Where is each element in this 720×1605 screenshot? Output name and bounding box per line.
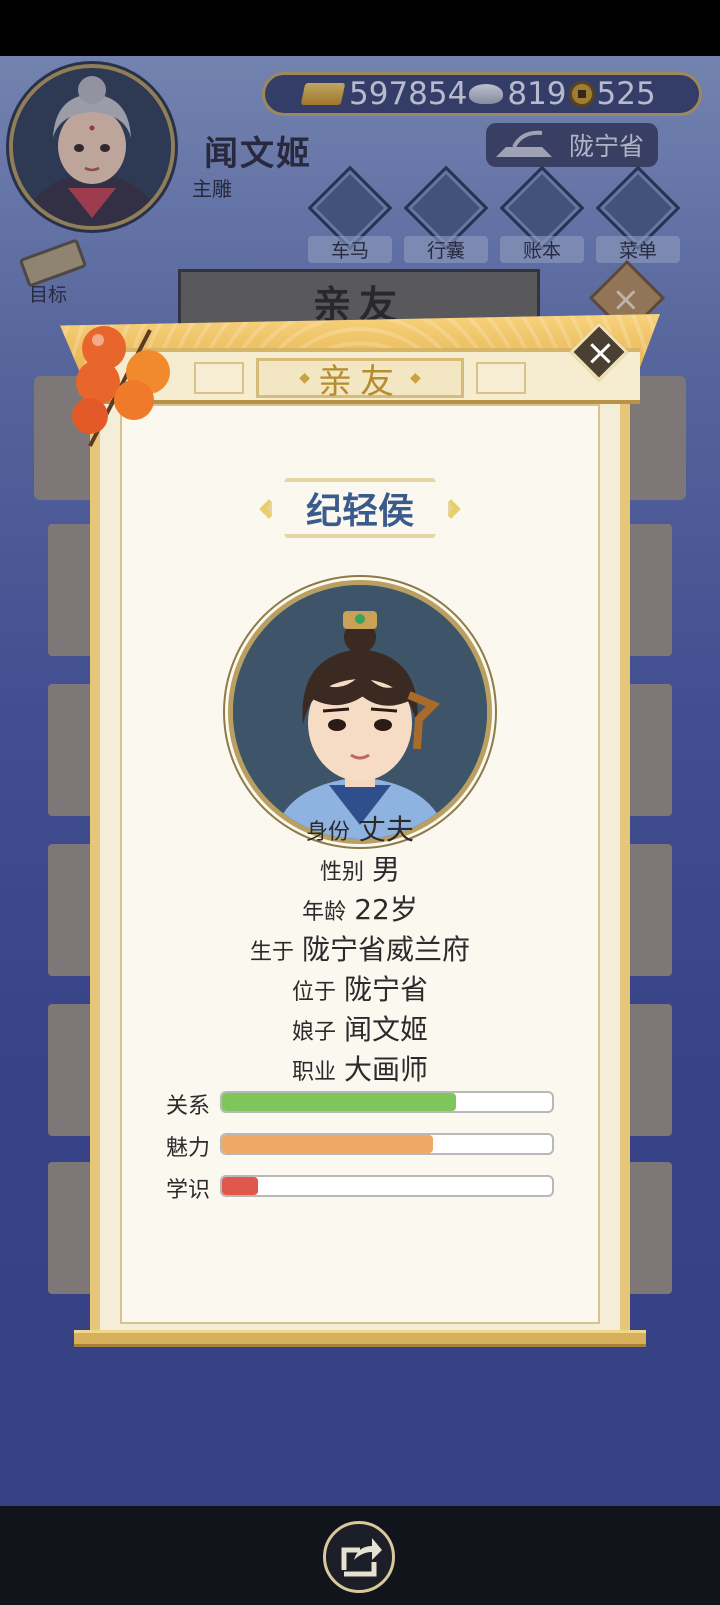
stat-relationship: 关系: [160, 1088, 560, 1119]
info-row-occupation: 职业 大画师: [90, 1048, 630, 1088]
info-key: 职业: [291, 1060, 336, 1085]
info-row-gender: 性别男: [90, 848, 630, 888]
game-scene: 闻文姬 主雕 597854 819 525 陇宁省 车马 行囊 账本 菜单 目标: [0, 56, 720, 1506]
stat-track: [220, 1133, 554, 1155]
stat-track: [220, 1091, 554, 1113]
character-name: 纪轻侯: [268, 478, 452, 538]
stat-track: [220, 1175, 554, 1197]
info-value: 闻文姬: [344, 1013, 429, 1046]
info-value: 丈夫: [358, 813, 415, 846]
modal-title: ◆ 亲友 ◆: [256, 358, 464, 402]
stat-label: 学识: [166, 1178, 211, 1203]
info-value: 22岁: [354, 893, 418, 926]
info-value: 男: [372, 853, 401, 886]
character-portrait-image: [233, 585, 487, 839]
stat-label: 魅力: [166, 1136, 211, 1161]
info-row-location: 位于 陇宁省: [90, 968, 630, 1008]
info-key: 年龄: [302, 900, 347, 925]
info-row-spouse: 娘子 闻文姬: [90, 1008, 630, 1048]
modal-title-ornament: [476, 362, 526, 394]
close-icon: ×: [585, 332, 616, 374]
stat-fill: [222, 1093, 457, 1111]
stat-fill: [222, 1135, 434, 1153]
info-value: 陇宁省: [344, 973, 429, 1006]
modal-bottom-rod: [74, 1330, 646, 1344]
share-button[interactable]: [323, 1521, 395, 1593]
info-value: 大画师: [344, 1053, 429, 1086]
stat-label: 关系: [166, 1094, 211, 1119]
stat-knowledge: 学识: [160, 1172, 560, 1203]
stat-fill: [222, 1177, 259, 1195]
status-bar: [0, 0, 720, 56]
stat-charm: 魅力: [160, 1130, 560, 1161]
info-key: 位于: [291, 980, 336, 1005]
candied-hawthorn-icon: [72, 326, 170, 447]
info-row-birthplace: 生于 陇宁省威兰府: [90, 928, 630, 968]
info-key: 娘子: [291, 1020, 336, 1045]
info-row-age: 年龄 22岁: [90, 888, 630, 928]
info-key: 性别: [319, 860, 364, 885]
info-key: 生于: [249, 940, 294, 965]
modal-title-ornament: [194, 362, 244, 394]
bottom-navigation-bar: [0, 1506, 720, 1605]
character-portrait: [228, 580, 492, 844]
info-row-identity: 身份 丈夫: [90, 808, 630, 848]
info-key: 身份: [305, 820, 350, 845]
info-value: 陇宁省威兰府: [302, 933, 471, 966]
share-icon: [341, 1538, 382, 1577]
